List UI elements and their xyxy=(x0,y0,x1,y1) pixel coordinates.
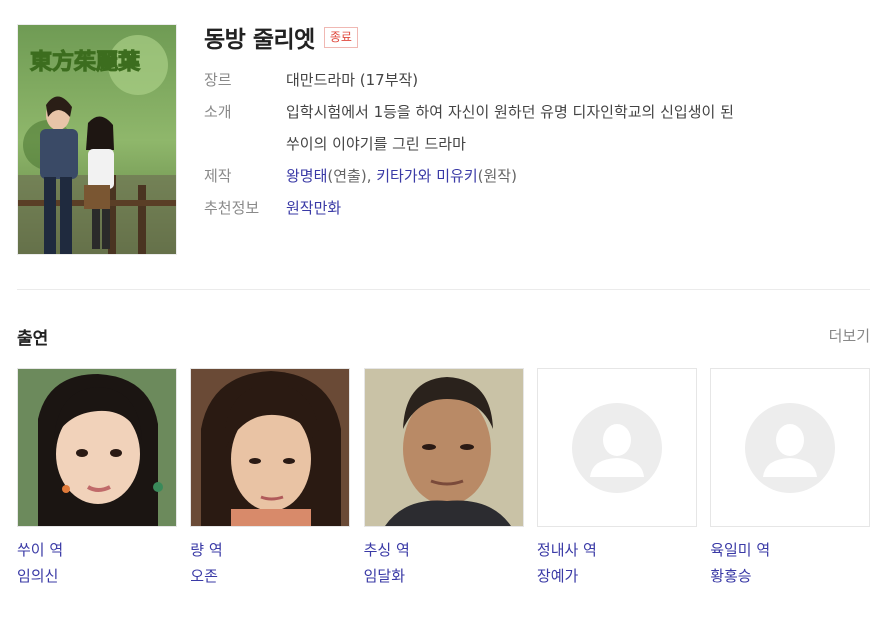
drama-poster[interactable]: 東方茱麗葉 xyxy=(17,24,177,255)
director-role: (연출), xyxy=(327,167,377,185)
cast-item[interactable]: 추싱 역 임달화 xyxy=(363,368,524,587)
intro-line-1: 입학시험에서 1등을 하여 자신이 원하던 유명 디자인학교의 신입생이 된 xyxy=(286,103,734,121)
cast-role[interactable]: 추싱 역 xyxy=(364,539,524,561)
cast-name[interactable]: 임달화 xyxy=(364,565,524,587)
production-value: 왕명태(연출), 키타가와 미유키(원작) xyxy=(286,160,844,192)
actress-photo xyxy=(18,369,176,526)
info-row-genre: 장르 대만드라마 (17부작) xyxy=(204,64,844,96)
cast-name[interactable]: 임의신 xyxy=(17,565,177,587)
cast-list: 쑤이 역 임의신 량 역 오존 추싱 역 임달화 정내사 역 장예가 육일미 역… xyxy=(17,368,871,587)
info-row-intro: 소개 입학시험에서 1등을 하여 자신이 원하던 유명 디자인학교의 신입생이 … xyxy=(204,96,844,160)
cast-item[interactable]: 육일미 역 황홍승 xyxy=(710,368,871,587)
section-divider xyxy=(17,289,870,290)
poster-logo: 東方茱麗葉 xyxy=(30,49,141,75)
cast-item[interactable]: 쑤이 역 임의신 xyxy=(17,368,177,587)
info-row-production: 제작 왕명태(연출), 키타가와 미유키(원작) xyxy=(204,160,844,192)
recommend-link[interactable]: 원작만화 xyxy=(286,192,844,224)
cast-section-title: 출연 xyxy=(17,329,49,349)
author-role: (원작) xyxy=(477,167,517,185)
genre-label: 장르 xyxy=(204,71,232,89)
title-row: 동방 줄리엣 종료 xyxy=(204,20,358,54)
info-table: 장르 대만드라마 (17부작) 소개 입학시험에서 1등을 하여 자신이 원하던… xyxy=(204,64,844,224)
cast-role[interactable]: 량 역 xyxy=(190,539,350,561)
cast-name[interactable]: 황홍승 xyxy=(710,565,870,587)
director-link[interactable]: 왕명태 xyxy=(286,167,327,185)
cast-role[interactable]: 쑤이 역 xyxy=(17,539,177,561)
cast-photo[interactable] xyxy=(536,368,697,527)
cast-item[interactable]: 량 역 오존 xyxy=(190,368,351,587)
genre-value: 대만드라마 (17부작) xyxy=(286,71,419,89)
actor-photo xyxy=(364,369,523,526)
poster-image: 東方茱麗葉 xyxy=(18,25,176,254)
production-label: 제작 xyxy=(204,167,232,185)
intro-line-2: 쑤이의 이야기를 그린 드라마 xyxy=(286,135,466,153)
intro-label: 소개 xyxy=(204,103,232,121)
cast-photo[interactable] xyxy=(190,368,351,527)
page-title: 동방 줄리엣 xyxy=(204,27,315,53)
cast-item[interactable]: 정내사 역 장예가 xyxy=(536,368,697,587)
cast-name[interactable]: 오존 xyxy=(190,565,350,587)
intro-value: 입학시험에서 1등을 하여 자신이 원하던 유명 디자인학교의 신입생이 된 쑤… xyxy=(286,96,844,160)
default-profile-icon xyxy=(745,402,836,493)
cast-role[interactable]: 정내사 역 xyxy=(537,539,697,561)
cast-photo[interactable] xyxy=(710,368,871,527)
cast-photo[interactable] xyxy=(363,368,524,527)
author-link[interactable]: 키타가와 미유키 xyxy=(376,167,477,185)
status-badge: 종료 xyxy=(323,26,358,48)
drama-info-page: 東方茱麗葉 동방 줄리엣 종료 장르 대만드라마 (17부작) 소개 입학시험에… xyxy=(0,0,892,622)
actor-photo xyxy=(191,369,350,526)
cast-role[interactable]: 육일미 역 xyxy=(710,539,870,561)
info-row-recommend: 추천정보 원작만화 xyxy=(204,192,844,224)
cast-photo[interactable] xyxy=(17,368,177,527)
default-profile-icon xyxy=(571,402,662,493)
more-button[interactable]: 더보기 xyxy=(829,325,870,346)
recommend-label: 추천정보 xyxy=(204,199,260,217)
cast-name[interactable]: 장예가 xyxy=(537,565,697,587)
